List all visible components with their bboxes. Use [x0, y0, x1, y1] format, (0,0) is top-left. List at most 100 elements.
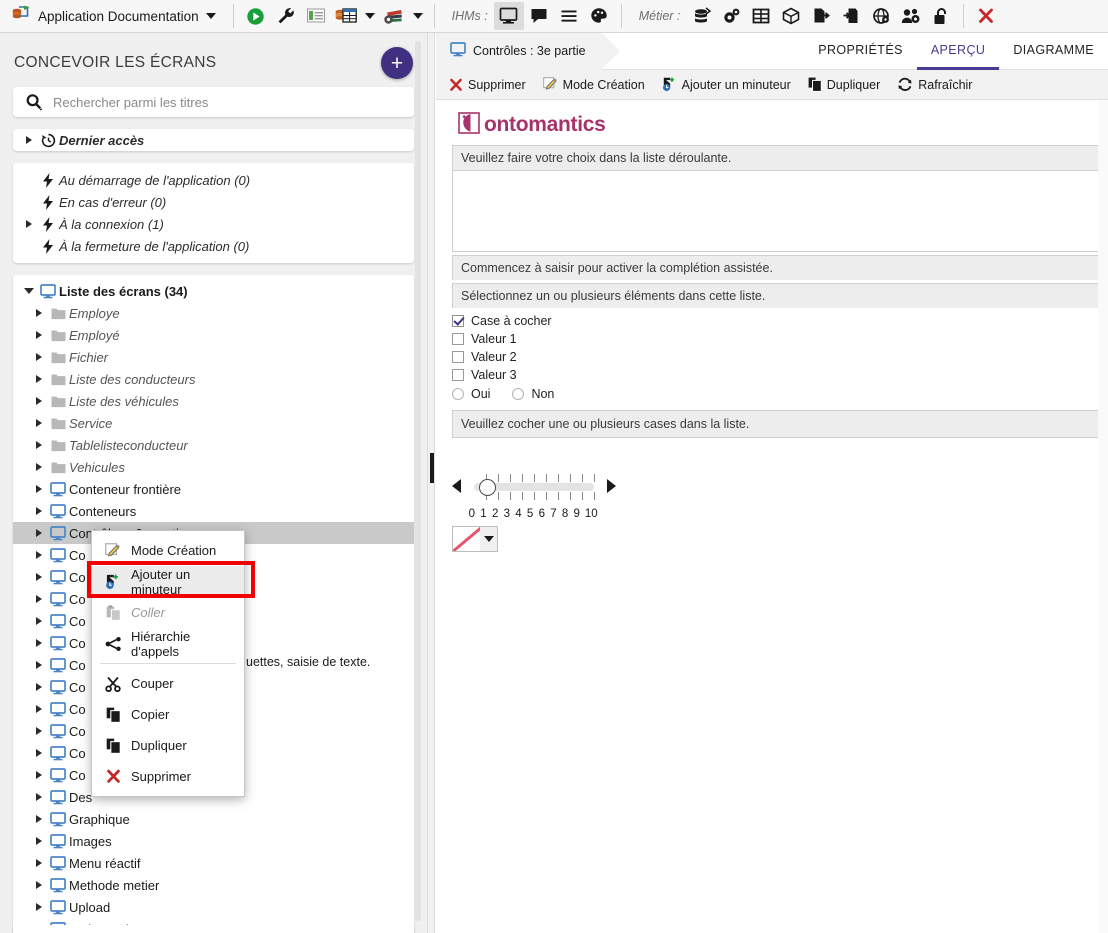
checkbox-row[interactable]: Valeur 1 — [436, 330, 1108, 348]
context-menu-item[interactable]: Hiérarchie d'appels — [92, 628, 244, 659]
checkbox-input[interactable] — [452, 315, 464, 327]
chevron-right-icon[interactable] — [31, 859, 47, 867]
tree-item-screen[interactable]: Images — [13, 830, 414, 852]
tree-item-folder[interactable]: Fichier — [13, 346, 414, 368]
chevron-right-icon[interactable] — [31, 705, 47, 713]
tree-item-folder[interactable]: Vehicules — [13, 456, 414, 478]
panel-splitter[interactable] — [427, 33, 435, 933]
checkbox-row[interactable]: Valeur 3 — [436, 366, 1108, 384]
tree-item-folder[interactable]: Liste des conducteurs — [13, 368, 414, 390]
settings-gears-button[interactable] — [716, 2, 746, 30]
tab-diagramme[interactable]: DIAGRAMME — [999, 33, 1108, 70]
tree-item-screen[interactable]: Conteneur frontière — [13, 478, 414, 500]
tree-item-screen[interactable]: Menu réactif — [13, 852, 414, 874]
export-file-button[interactable] — [806, 2, 836, 30]
checkbox-input[interactable] — [452, 333, 464, 345]
close-button[interactable] — [971, 2, 1001, 30]
chevron-right-icon[interactable] — [31, 881, 47, 889]
chevron-right-icon[interactable] — [31, 815, 47, 823]
security-button[interactable] — [926, 2, 956, 30]
context-menu-item[interactable]: Dupliquer — [92, 730, 244, 761]
tree-item-folder[interactable]: Service — [13, 412, 414, 434]
color-picker-dropdown[interactable] — [480, 527, 497, 551]
library-settings-button[interactable] — [379, 2, 409, 30]
chevron-down-icon[interactable] — [205, 13, 216, 19]
run-button[interactable] — [241, 2, 271, 30]
context-menu-item[interactable]: Couper — [92, 668, 244, 699]
dialog-button[interactable] — [524, 2, 554, 30]
checkbox-row[interactable]: Case à cocher — [436, 312, 1108, 330]
chevron-right-icon[interactable] — [31, 419, 47, 427]
chevron-right-icon[interactable] — [31, 617, 47, 625]
tree-item-screen[interactable]: Upload — [13, 896, 414, 918]
chevron-right-icon[interactable] — [31, 573, 47, 581]
tree-item-screen[interactable]: Conteneurs — [13, 500, 414, 522]
chevron-right-icon[interactable] — [31, 331, 47, 339]
add-timer-button[interactable]: Ajouter un minuteur — [655, 72, 798, 98]
sidebar-scrollbar[interactable] — [415, 41, 421, 921]
tree-item-folder[interactable]: Liste des véhicules — [13, 390, 414, 412]
chevron-down-icon[interactable] — [21, 288, 37, 294]
menu-button[interactable] — [554, 2, 584, 30]
radio-input-oui[interactable] — [452, 388, 464, 400]
add-screen-button[interactable]: + — [381, 47, 413, 79]
event-row-shutdown[interactable]: À la fermeture de l'application (0) — [13, 235, 414, 257]
tools-button[interactable] — [271, 2, 301, 30]
package-button[interactable] — [776, 2, 806, 30]
chevron-right-icon[interactable] — [31, 309, 47, 317]
context-menu-item[interactable]: Mode Création — [92, 535, 244, 566]
chevron-right-icon[interactable] — [31, 683, 47, 691]
duplicate-button[interactable]: Dupliquer — [801, 72, 888, 98]
chevron-right-icon[interactable] — [31, 507, 47, 515]
context-menu-item[interactable]: Supprimer — [92, 761, 244, 792]
chevron-right-icon[interactable] — [21, 220, 37, 228]
users-settings-button[interactable] — [896, 2, 926, 30]
chevron-right-icon[interactable] — [31, 793, 47, 801]
screens-root-row[interactable]: Liste des écrans (34) — [13, 280, 414, 302]
web-service-button[interactable] — [866, 2, 896, 30]
chevron-right-icon[interactable] — [31, 903, 47, 911]
chevron-right-icon[interactable] — [31, 727, 47, 735]
recent-access-row[interactable]: Dernier accès — [13, 129, 414, 151]
chevron-right-icon[interactable] — [31, 749, 47, 757]
design-mode-button[interactable]: Mode Création — [536, 72, 652, 98]
chevron-right-icon[interactable] — [31, 837, 47, 845]
chevron-right-icon[interactable] — [31, 441, 47, 449]
slider-track-area[interactable]: 0 1 2 3 4 5 6 7 8 9 10 — [466, 472, 600, 520]
radio-input-non[interactable] — [512, 388, 525, 400]
chevron-right-icon[interactable] — [31, 397, 47, 405]
grid-table-button[interactable] — [746, 2, 776, 30]
splitter-grip[interactable] — [430, 453, 434, 483]
chevron-right-icon[interactable] — [31, 485, 47, 493]
tree-item-folder[interactable]: Employé — [13, 324, 414, 346]
chevron-right-icon[interactable] — [31, 529, 47, 537]
chevron-right-icon[interactable] — [31, 595, 47, 603]
tree-item-screen[interactable]: Methode metier — [13, 874, 414, 896]
screen-button[interactable] — [493, 2, 524, 30]
search-icon[interactable] — [17, 93, 51, 112]
search-input[interactable] — [51, 93, 410, 111]
slider-thumb[interactable] — [479, 479, 496, 496]
checkbox-input[interactable] — [452, 369, 464, 381]
chevron-right-icon[interactable] — [31, 661, 47, 669]
event-row-startup[interactable]: Au démarrage de l'application (0) — [13, 169, 414, 191]
database-dropdown[interactable] — [361, 2, 379, 30]
chevron-right-icon[interactable] — [31, 353, 47, 361]
chevron-right-icon[interactable] — [31, 375, 47, 383]
theme-button[interactable] — [584, 2, 614, 30]
color-picker[interactable] — [452, 526, 498, 552]
event-row-login[interactable]: À la connexion (1) — [13, 213, 414, 235]
checkbox-input[interactable] — [452, 351, 464, 363]
checkbox-row[interactable]: Valeur 2 — [436, 348, 1108, 366]
data-model-button[interactable] — [686, 2, 716, 30]
slider-increment-arrow[interactable] — [607, 479, 616, 493]
tree-item-folder[interactable]: Tablelisteconducteur — [13, 434, 414, 456]
context-menu-item[interactable]: Copier — [92, 699, 244, 730]
chevron-right-icon[interactable] — [31, 463, 47, 471]
tab-proprietes[interactable]: PROPRIÉTÉS — [804, 33, 917, 70]
preview-scrollbar[interactable] — [1098, 101, 1108, 933]
breadcrumb[interactable]: Contrôles : 3e partie — [436, 33, 620, 70]
chevron-right-icon[interactable] — [21, 136, 37, 144]
chevron-right-icon[interactable] — [31, 639, 47, 647]
refresh-button[interactable]: Rafraîchir — [890, 72, 979, 98]
